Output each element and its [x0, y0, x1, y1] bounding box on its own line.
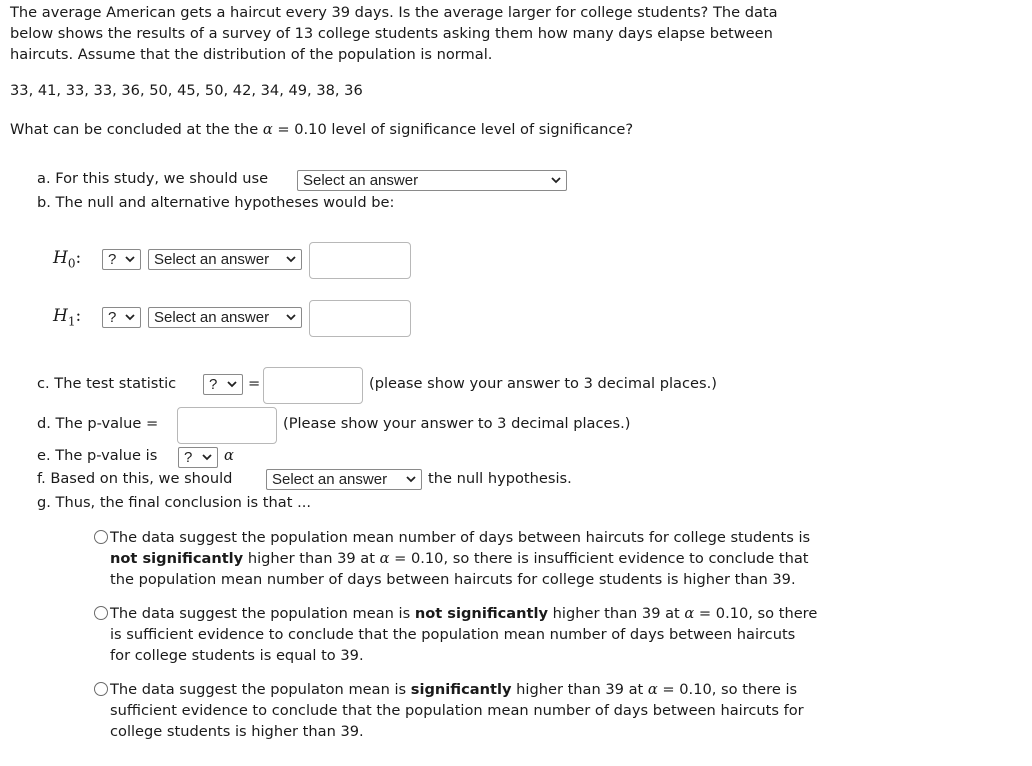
chevron-down-icon [125, 314, 135, 321]
h0-value-input[interactable] [309, 242, 411, 279]
problem-line-3: haircuts. Assume that the distribution o… [10, 46, 493, 63]
part-b-label: b. The null and alternative hypotheses w… [37, 194, 395, 211]
chevron-down-icon [406, 476, 416, 483]
radio-button[interactable] [94, 606, 108, 620]
decision-select[interactable]: Select an answer [266, 469, 422, 490]
alpha-symbol: α [224, 447, 234, 464]
option-3-line-1: The data suggest the populaton mean is s… [110, 681, 798, 698]
alpha-symbol: α [379, 550, 390, 567]
radio-button[interactable] [94, 682, 108, 696]
radio-button[interactable] [94, 530, 108, 544]
problem-line-2: below shows the results of a survey of 1… [10, 25, 773, 42]
h1-operator-select[interactable]: ? [102, 307, 141, 328]
study-type-select[interactable]: Select an answer [297, 170, 567, 191]
chevron-down-icon [551, 177, 561, 184]
option-2-line-1: The data suggest the population mean is … [110, 605, 818, 622]
p-value-note: (Please show your answer to 3 decimal pl… [283, 415, 631, 432]
chevron-down-icon [286, 314, 296, 321]
p-value-compare-select[interactable]: ? [178, 447, 218, 468]
part-f-suffix: the null hypothesis. [428, 470, 572, 487]
chevron-down-icon [125, 256, 135, 263]
chevron-down-icon [227, 381, 237, 388]
alpha-symbol: α [262, 121, 273, 138]
h1-parameter-select[interactable]: Select an answer [148, 307, 302, 328]
option-2-line-3: for college students is equal to 39. [110, 647, 364, 664]
problem-statement: The average American gets a haircut ever… [10, 2, 778, 65]
part-g-label: g. Thus, the final conclusion is that ..… [37, 494, 311, 511]
part-a-label: a. For this study, we should use [37, 170, 269, 187]
alpha-symbol: α [684, 605, 695, 622]
part-d-label: d. The p-value = [37, 415, 159, 432]
part-f-label: f. Based on this, we should [37, 470, 233, 487]
problem-line-1: The average American gets a haircut ever… [10, 4, 778, 21]
alpha-symbol: α [647, 681, 658, 698]
p-value-input[interactable] [177, 407, 277, 444]
option-1-line-2: not significantly higher than 39 at α = … [110, 550, 809, 567]
test-statistic-note: (please show your answer to 3 decimal pl… [369, 375, 717, 392]
h1-label: H1: [53, 306, 82, 329]
option-3-line-2: sufficient evidence to conclude that the… [110, 702, 804, 719]
h0-parameter-select[interactable]: Select an answer [148, 249, 302, 270]
option-1-line-3: the population mean number of days betwe… [110, 571, 796, 588]
question-text: What can be concluded at the the α = 0.1… [10, 121, 634, 138]
part-c-label: c. The test statistic [37, 375, 177, 392]
data-values: 33, 41, 33, 33, 36, 50, 45, 50, 42, 34, … [10, 82, 363, 99]
h1-value-input[interactable] [309, 300, 411, 337]
test-statistic-select[interactable]: ? [203, 374, 243, 395]
chevron-down-icon [202, 454, 212, 461]
part-e-label: e. The p-value is [37, 447, 158, 464]
equals-sign: = [248, 375, 261, 392]
test-statistic-input[interactable] [263, 367, 363, 404]
h0-operator-select[interactable]: ? [102, 249, 141, 270]
chevron-down-icon [286, 256, 296, 263]
option-3-line-3: college students is higher than 39. [110, 723, 364, 740]
h0-label: H0: [53, 248, 82, 271]
option-2-line-2: is sufficient evidence to conclude that … [110, 626, 796, 643]
option-1-line-1: The data suggest the population mean num… [110, 529, 811, 546]
